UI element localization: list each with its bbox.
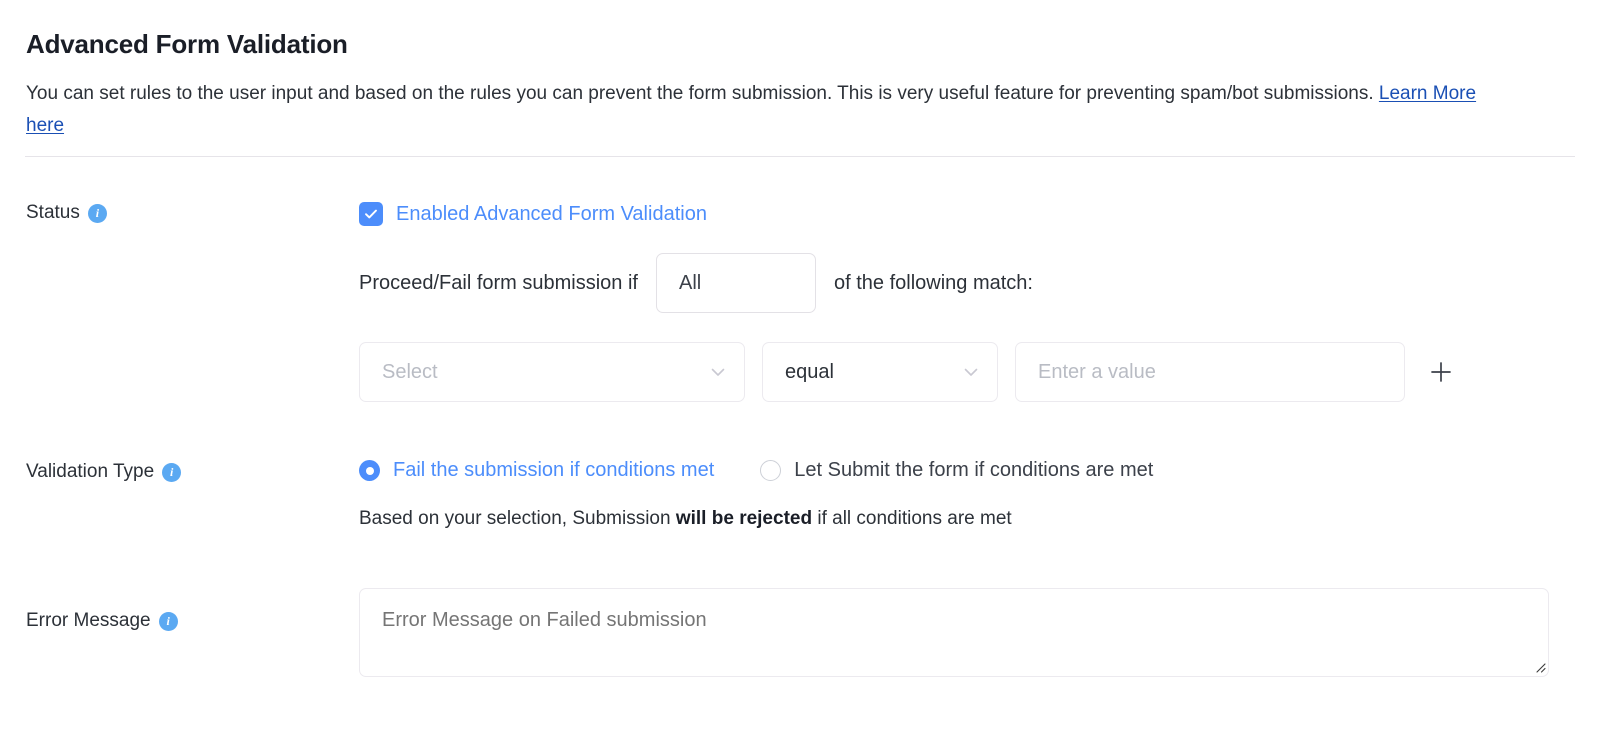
condition-value-placeholder: Enter a value	[1038, 360, 1156, 383]
enable-validation-checkbox[interactable]	[359, 202, 383, 226]
condition-builder-row: Select equal Enter a value	[359, 342, 1455, 402]
plus-icon	[1431, 362, 1451, 382]
condition-value-input[interactable]: Enter a value	[1015, 342, 1405, 402]
match-prefix-text: Proceed/Fail form submission if	[359, 271, 638, 294]
condition-operator-select[interactable]: equal	[762, 342, 998, 402]
match-type-select[interactable]: All	[655, 253, 816, 313]
checkmark-icon	[365, 209, 377, 219]
validation-type-label-text: Validation Type	[26, 461, 155, 482]
match-suffix-text: of the following match:	[833, 271, 1033, 294]
condition-field-select[interactable]: Select	[359, 342, 745, 402]
validation-note-emphasis: will be rejected	[675, 508, 813, 529]
validation-type-row-label: Validation Type i	[26, 461, 182, 483]
error-message-row-label: Error Message i	[26, 610, 178, 632]
page-title: Advanced Form Validation	[26, 29, 348, 59]
status-row-label: Status i	[26, 202, 107, 224]
info-icon[interactable]: i	[162, 462, 182, 482]
validation-note-prefix: Based on your selection, Submission	[359, 508, 676, 529]
error-message-label-text: Error Message	[26, 610, 151, 631]
panel-description-text: You can set rules to the user input and …	[26, 83, 1379, 104]
header-divider	[25, 156, 1575, 157]
radio-label-let-submit[interactable]: Let Submit the form if conditions are me…	[794, 459, 1153, 482]
validation-type-note: Based on your selection, Submission will…	[359, 508, 1012, 530]
validation-type-radio-group: Fail the submission if conditions met Le…	[359, 459, 1153, 482]
match-condition-row: Proceed/Fail form submission if All of t…	[359, 253, 1033, 313]
condition-operator-value: equal	[785, 360, 834, 383]
add-condition-button[interactable]	[1427, 358, 1455, 386]
radio-label-fail-submission[interactable]: Fail the submission if conditions met	[393, 459, 714, 482]
radio-option-fail-submission[interactable]: Fail the submission if conditions met	[359, 459, 714, 482]
radio-dot-icon	[365, 466, 374, 475]
condition-field-placeholder: Select	[382, 360, 438, 383]
validation-note-suffix: if all conditions are met	[812, 508, 1012, 529]
info-icon[interactable]: i	[87, 203, 107, 223]
status-label-text: Status	[26, 202, 80, 223]
radio-option-let-submit[interactable]: Let Submit the form if conditions are me…	[760, 459, 1153, 482]
chevron-down-icon	[711, 368, 725, 376]
advanced-form-validation-panel: Advanced Form Validation You can set rul…	[0, 0, 1600, 730]
error-message-textarea[interactable]	[359, 588, 1549, 677]
info-icon[interactable]: i	[158, 611, 178, 631]
panel-description: You can set rules to the user input and …	[26, 78, 1516, 142]
radio-let-submit[interactable]	[760, 460, 782, 481]
radio-fail-submission[interactable]	[359, 460, 380, 481]
enable-validation-row: Enabled Advanced Form Validation	[359, 202, 707, 226]
chevron-down-icon	[964, 368, 978, 376]
enable-validation-label[interactable]: Enabled Advanced Form Validation	[396, 203, 707, 226]
